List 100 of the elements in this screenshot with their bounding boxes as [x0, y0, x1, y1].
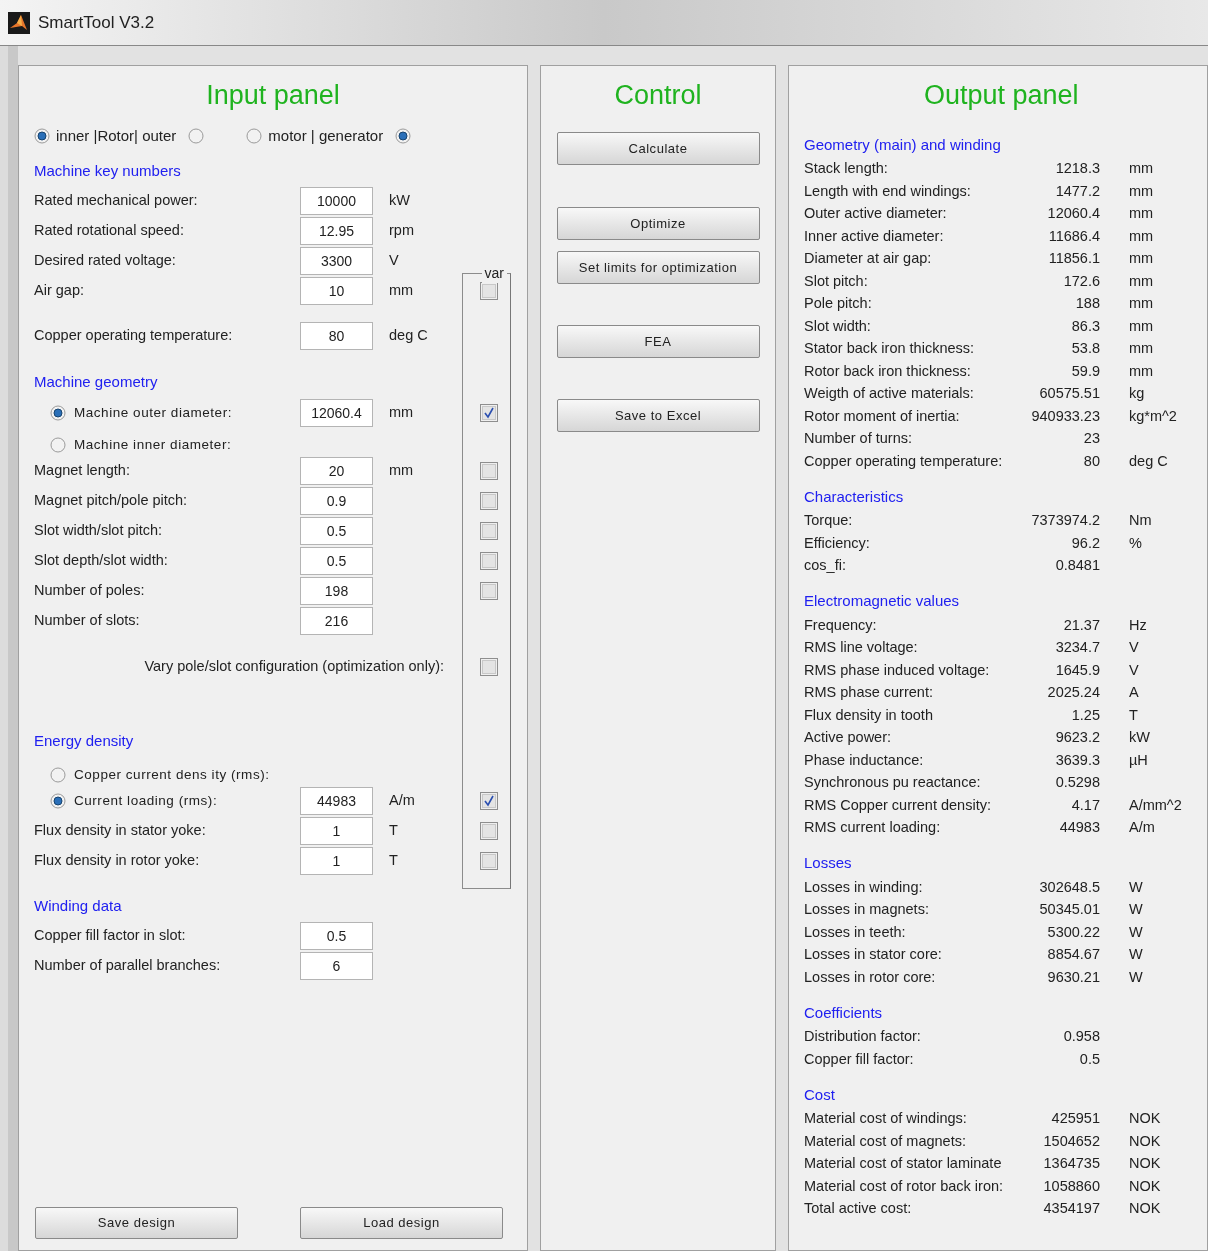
output-label: Inner active diameter: [804, 226, 945, 246]
output-label: Losses in winding: [804, 877, 924, 897]
output-value: 940933.23 [1031, 406, 1100, 426]
section-heading: Electromagnetic values [804, 591, 960, 612]
output-label: Losses in stator core: [804, 945, 943, 965]
input-field[interactable]: 12060.4 [300, 399, 373, 427]
output-value: 50345.01 [1039, 900, 1100, 920]
section-heading: Cost [804, 1084, 835, 1105]
unit-label: A [1129, 683, 1139, 703]
input-field[interactable]: 0.5 [300, 922, 373, 950]
unit-label: mm [389, 281, 414, 301]
output-label: RMS phase induced voltage: [804, 660, 991, 680]
output-label: Synchronous pu reactance: [804, 773, 982, 793]
unit-label: mm [389, 461, 414, 481]
output-value: 86.3 [1071, 316, 1100, 336]
output-label: Slot pitch: [804, 271, 869, 291]
output-label: Efficiency: [804, 533, 871, 553]
input-field[interactable]: 1 [300, 847, 373, 875]
button[interactable]: Calculate [556, 132, 760, 165]
option-label[interactable]: Machine inner diameter: [74, 434, 232, 456]
button[interactable]: Optimize [556, 207, 760, 240]
input-field[interactable]: 0.5 [300, 547, 373, 575]
input-field[interactable]: 6 [300, 952, 373, 980]
output-value: 3234.7 [1055, 638, 1100, 658]
input-field[interactable]: 80 [300, 322, 373, 350]
unit-label: Nm [1129, 511, 1152, 531]
output-label: Rotor back iron thickness: [804, 361, 972, 381]
field-label: Flux density in stator yoke: [34, 821, 206, 841]
output-value: 1218.3 [1055, 159, 1100, 179]
output-label: Active power: [804, 728, 893, 748]
output-label: Length with end windings: [804, 181, 972, 201]
field-label: Magnet pitch/pole pitch: [34, 491, 188, 511]
output-value: 9623.2 [1055, 728, 1100, 748]
unit-label: Hz [1129, 615, 1147, 635]
field-label: Magnet length: [34, 461, 130, 481]
button[interactable]: Load design [300, 1207, 503, 1239]
unit-label: mm [1129, 361, 1154, 381]
input-field[interactable]: 10 [300, 277, 373, 305]
output-label: Copper fill factor: [804, 1049, 915, 1069]
output-label: Copper operating temperature: [804, 451, 1004, 471]
input-field[interactable]: 10000 [300, 187, 373, 215]
toggle-label: motor | generator [268, 125, 384, 146]
option-label[interactable]: Copper current dens ity (rms): [74, 764, 270, 786]
input-field[interactable]: 0.9 [300, 487, 373, 515]
unit-label: deg C [389, 326, 428, 346]
output-value: 1364735 [1043, 1154, 1100, 1174]
option-label[interactable]: Current loading (rms): [74, 790, 218, 812]
button[interactable]: Set limits for optimization [556, 251, 760, 284]
input-field[interactable]: 12.95 [300, 217, 373, 245]
unit-label: deg C [1129, 451, 1168, 471]
section-heading: Energy density [34, 730, 134, 751]
output-value: 4.17 [1071, 795, 1100, 815]
output-value: 21.37 [1063, 615, 1100, 635]
unit-label: mm [1129, 294, 1154, 314]
input-field[interactable]: 3300 [300, 247, 373, 275]
unit-label: mm [1129, 339, 1154, 359]
input-field[interactable]: 198 [300, 577, 373, 605]
unit-label: kg [1129, 384, 1145, 404]
output-label: Slot width: [804, 316, 872, 336]
window-title: SmartTool V3.2 [38, 11, 155, 34]
output-label: Outer active diameter: [804, 204, 948, 224]
output-value: 23 [1083, 429, 1100, 449]
output-label: Stator back iron thickness: [804, 339, 976, 359]
output-label: Rotor moment of inertia: [804, 406, 961, 426]
unit-label: mm [1129, 226, 1154, 246]
input-field[interactable]: 0.5 [300, 517, 373, 545]
unit-label: W [1129, 900, 1143, 920]
input-field[interactable]: 216 [300, 607, 373, 635]
output-value: 1058860 [1043, 1176, 1100, 1196]
output-label: Losses in magnets: [804, 900, 930, 920]
unit-label: µH [1129, 750, 1148, 770]
output-value: 1477.2 [1055, 181, 1100, 201]
unit-label: mm [1129, 249, 1154, 269]
option-label: Vary pole/slot configuration (optimization only): [144, 657, 444, 677]
input-field[interactable]: 1 [300, 817, 373, 845]
button[interactable]: Save design [35, 1207, 238, 1239]
output-value: 60575.51 [1039, 384, 1100, 404]
input-field[interactable]: 44983 [300, 787, 373, 815]
unit-label: NOK [1129, 1176, 1161, 1196]
field-label: Copper operating temperature: [34, 326, 233, 346]
section-heading: Machine key numbers [34, 160, 181, 181]
section-heading: Losses [804, 853, 852, 874]
output-value: 0.5 [1079, 1049, 1100, 1069]
unit-label: mm [1129, 204, 1154, 224]
button[interactable]: FEA [556, 325, 760, 358]
field-label: Number of poles: [34, 581, 145, 601]
output-label: Frequency: [804, 615, 878, 635]
option-label[interactable]: Machine outer diameter: [74, 402, 232, 424]
output-label: Pole pitch: [804, 294, 873, 314]
unit-label: % [1129, 533, 1142, 553]
output-label: Material cost of stator laminate [804, 1154, 1003, 1174]
output-value: 11856.1 [1048, 249, 1100, 269]
output-label: Stack length: [804, 159, 889, 179]
output-value: 53.8 [1071, 339, 1100, 359]
panel-title: Control [614, 79, 702, 112]
unit-label: kW [389, 191, 410, 211]
field-label: Slot depth/slot width: [34, 551, 168, 571]
input-field[interactable]: 20 [300, 457, 373, 485]
button[interactable]: Save to Excel [556, 399, 760, 432]
output-label: RMS line voltage: [804, 638, 919, 658]
